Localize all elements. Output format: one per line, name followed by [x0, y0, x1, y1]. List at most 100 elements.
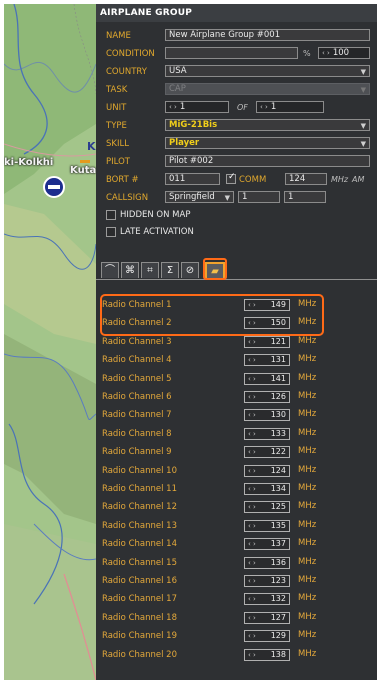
stepper-arrows-icon[interactable]: ‹ › — [248, 355, 256, 365]
tab-payload[interactable]: ⌗ — [141, 262, 159, 278]
radio-channel-row: Radio Channel 16 ‹ › 123 MHz — [96, 572, 377, 590]
stepper-arrows-icon[interactable]: ‹ › — [248, 650, 256, 660]
radio-channel-label: Radio Channel 7 — [102, 410, 172, 421]
radio-channel-stepper[interactable]: ‹ › 122 — [244, 446, 290, 459]
radio-channel-value: 122 — [270, 447, 286, 457]
callsign-number-2[interactable]: 1 — [284, 191, 326, 203]
radio-channel-stepper[interactable]: ‹ › 125 — [244, 501, 290, 514]
radio-channel-row: Radio Channel 17 ‹ › 132 MHz — [96, 590, 377, 608]
condition-label: CONDITION — [106, 49, 155, 59]
unit-of-stepper[interactable]: ‹ › 1 — [256, 101, 324, 113]
bort-input[interactable]: 011 — [165, 173, 220, 185]
radio-channel-label: Radio Channel 4 — [102, 355, 172, 366]
stepper-arrows-icon[interactable]: ‹ › — [169, 103, 177, 111]
radio-channel-stepper[interactable]: ‹ › 137 — [244, 538, 290, 551]
radio-channel-value: 141 — [270, 373, 286, 383]
map-view[interactable]: ki-Kolkhi Kuta K — [4, 4, 96, 680]
stepper-arrows-icon[interactable]: ‹ › — [248, 521, 256, 531]
airplane-group-icon[interactable] — [43, 176, 65, 198]
radio-channel-stepper[interactable]: ‹ › 130 — [244, 409, 290, 422]
tab-route[interactable]: ⌒ — [101, 262, 119, 278]
radio-channel-stepper[interactable]: ‹ › 124 — [244, 464, 290, 477]
stepper-arrows-icon[interactable]: ‹ › — [248, 447, 256, 457]
country-value: USA — [169, 66, 187, 76]
country-select[interactable]: USA ▼ — [165, 65, 370, 77]
callsign-select[interactable]: Springfield ▼ — [165, 191, 234, 203]
late-activation-checkbox[interactable] — [106, 227, 116, 237]
radio-channel-stepper[interactable]: ‹ › 132 — [244, 593, 290, 606]
stepper-arrows-icon[interactable]: ‹ › — [248, 594, 256, 604]
hidden-on-map-checkbox[interactable] — [106, 210, 116, 220]
condition-input[interactable] — [165, 47, 298, 59]
radio-channel-value: 137 — [270, 539, 286, 549]
radio-channel-row: Radio Channel 11 ‹ › 134 MHz — [96, 480, 377, 498]
radio-channel-stepper[interactable]: ‹ › 131 — [244, 354, 290, 367]
stepper-arrows-icon[interactable]: ‹ › — [248, 410, 256, 420]
tab-summary[interactable]: Σ — [161, 262, 179, 278]
stepper-arrows-icon[interactable]: ‹ › — [248, 374, 256, 384]
chevron-down-icon: ▼ — [360, 86, 366, 94]
radio-channel-value: 123 — [270, 576, 286, 585]
radio-channel-stepper[interactable]: ‹ › 136 — [244, 556, 290, 569]
stepper-arrows-icon[interactable]: ‹ › — [248, 539, 256, 549]
stepper-arrows-icon[interactable]: ‹ › — [248, 392, 256, 402]
radio-channel-stepper[interactable]: ‹ › 141 — [244, 372, 290, 385]
stepper-arrows-icon[interactable]: ‹ › — [260, 103, 268, 111]
radio-channel-stepper[interactable]: ‹ › 133 — [244, 427, 290, 440]
skill-select[interactable]: Player ▼ — [165, 137, 370, 149]
radio-channel-stepper[interactable]: ‹ › 127 — [244, 611, 290, 624]
type-select[interactable]: MiG-21Bis ▼ — [165, 119, 370, 131]
stepper-arrows-icon[interactable]: ‹ › — [248, 558, 256, 568]
stepper-arrows-icon[interactable]: ‹ › — [248, 466, 256, 476]
radio-channel-stepper[interactable]: ‹ › 135 — [244, 519, 290, 532]
comm-unit-mhz: MHz — [331, 175, 349, 184]
name-input[interactable]: New Airplane Group #001 — [165, 29, 370, 41]
stepper-arrows-icon[interactable]: ‹ › — [248, 429, 256, 439]
radio-channel-row: Radio Channel 20 ‹ › 138 MHz — [96, 646, 377, 664]
radio-channel-stepper[interactable]: ‹ › 123 — [244, 575, 290, 587]
radio-channel-stepper[interactable]: ‹ › 121 — [244, 335, 290, 348]
radio-channel-label: Radio Channel 13 — [102, 520, 178, 531]
radio-channel-stepper[interactable]: ‹ › 134 — [244, 483, 290, 495]
radio-channel-stepper[interactable]: ‹ › 126 — [244, 391, 290, 403]
stepper-arrows-icon[interactable]: ‹ › — [248, 337, 256, 347]
radio-channel-unit: MHz — [298, 593, 317, 604]
radio-channel-row: Radio Channel 10 ‹ › 124 MHz — [96, 462, 377, 480]
tab-failures[interactable]: ⊘ — [181, 262, 199, 278]
radio-channel-row: Radio Channel 15 ‹ › 136 MHz — [96, 554, 377, 572]
stepper-arrows-icon[interactable]: ‹ › — [248, 576, 256, 586]
radio-channel-unit: MHz — [298, 501, 317, 512]
radio-channel-row: Radio Channel 5 ‹ › 141 MHz — [96, 370, 377, 388]
map-terrain — [4, 4, 96, 680]
pilot-input[interactable]: Pilot #002 — [165, 155, 370, 167]
airplane-group-panel: AIRPLANE GROUP NAME New Airplane Group #… — [96, 4, 377, 680]
stepper-arrows-icon[interactable]: ‹ › — [248, 502, 256, 512]
stepper-arrows-icon[interactable]: ‹ › — [248, 484, 256, 494]
unit-stepper[interactable]: ‹ › 1 — [165, 101, 229, 113]
radio-channel-unit: MHz — [298, 648, 317, 659]
radio-channel-value: 132 — [270, 594, 286, 604]
payload-icon: ⌗ — [147, 265, 153, 276]
comm-input[interactable]: 124 — [285, 173, 327, 185]
radio-channel-unit: MHz — [298, 335, 317, 346]
radio-channel-row: Radio Channel 18 ‹ › 127 MHz — [96, 609, 377, 627]
task-select: CAP ▼ — [165, 83, 370, 95]
radio-channel-label: Radio Channel 8 — [102, 428, 172, 439]
radio-channel-unit: MHz — [298, 427, 317, 438]
unit-of-label: OF — [237, 103, 248, 112]
condition-stepper[interactable]: ‹ › 100 — [318, 47, 370, 59]
radio-channel-stepper[interactable]: ‹ › 138 — [244, 648, 290, 661]
stepper-arrows-icon[interactable]: ‹ › — [248, 631, 256, 641]
callsign-label: CALLSIGN — [106, 193, 149, 203]
radio-channel-row: Radio Channel 9 ‹ › 122 MHz — [96, 443, 377, 461]
stepper-arrows-icon[interactable]: ‹ › — [248, 613, 256, 623]
radio-channel-label: Radio Channel 3 — [102, 336, 172, 347]
callsign-number-1[interactable]: 1 — [238, 191, 280, 203]
radio-channel-value: 121 — [270, 336, 286, 346]
stepper-arrows-icon[interactable]: ‹ › — [322, 49, 330, 57]
comm-checkbox[interactable]: ✓ — [226, 172, 236, 184]
checkmark-icon: ✓ — [228, 172, 236, 182]
radio-channel-label: Radio Channel 18 — [102, 612, 178, 623]
tab-targets[interactable]: ⌘ — [121, 262, 139, 278]
radio-channel-stepper[interactable]: ‹ › 129 — [244, 630, 290, 643]
